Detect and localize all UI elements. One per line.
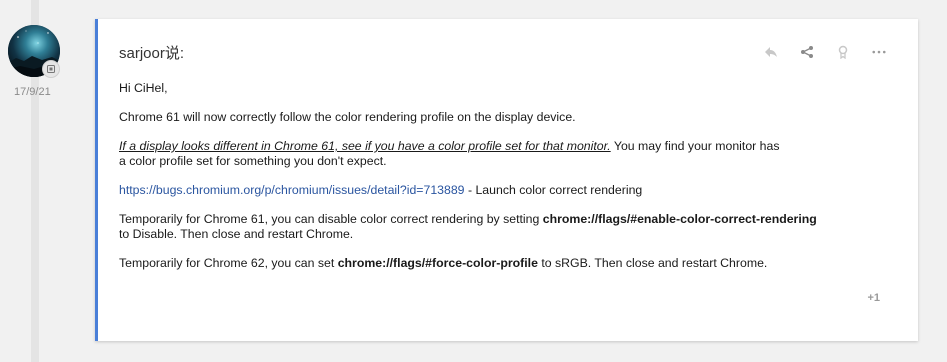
paragraph-2-line-2: a color profile set for something you do… [119, 154, 387, 168]
comment-actions [764, 45, 886, 59]
comment-body: Hi CiHel, Chrome 61 will now correctly f… [119, 81, 859, 285]
paragraph-2-rest: You may find your monitor has [610, 139, 780, 153]
comment-card: sarjoor说: Hi CiHel, Chrome 61 will now c… [95, 19, 918, 341]
paragraph-3: https://bugs.chromium.org/p/chromium/iss… [119, 183, 859, 198]
paragraph-1: Chrome 61 will now correctly follow the … [119, 110, 576, 124]
paragraph-5-suffix: to sRGB. Then close and restart Chrome. [537, 256, 768, 270]
enable-color-correct-flag: chrome://flags/#enable-color-correct-ren… [542, 212, 817, 226]
bug-link-suffix: - Launch color correct rendering [464, 183, 643, 197]
force-color-profile-flag: chrome://flags/#force-color-profile [337, 256, 538, 270]
paragraph-4-prefix: Temporarily for Chrome 61, you can disab… [119, 212, 543, 226]
paragraph-4: Temporarily for Chrome 61, you can disab… [119, 212, 859, 242]
post-date: 17/9/21 [14, 86, 51, 98]
more-icon[interactable] [872, 45, 886, 59]
greeting: Hi CiHel, [119, 81, 168, 95]
monitor-profile-note: If a display looks different in Chrome 6… [119, 139, 611, 153]
flag-icon[interactable] [836, 45, 850, 59]
badge-icon [47, 65, 55, 73]
paragraph-5-prefix: Temporarily for Chrome 62, you can set [119, 256, 338, 270]
paragraph-5: Temporarily for Chrome 62, you can set c… [119, 256, 859, 271]
reply-icon[interactable] [764, 45, 778, 59]
plus-one-button[interactable]: +1 [867, 292, 880, 304]
avatar-badge [42, 60, 60, 78]
share-icon[interactable] [800, 45, 814, 59]
bug-link[interactable]: https://bugs.chromium.org/p/chromium/iss… [119, 183, 465, 197]
paragraph-2: If a display looks different in Chrome 6… [119, 139, 859, 169]
comment-author: sarjoor说: [119, 45, 185, 62]
paragraph-4-suffix: to Disable. Then close and restart Chrom… [119, 227, 354, 241]
